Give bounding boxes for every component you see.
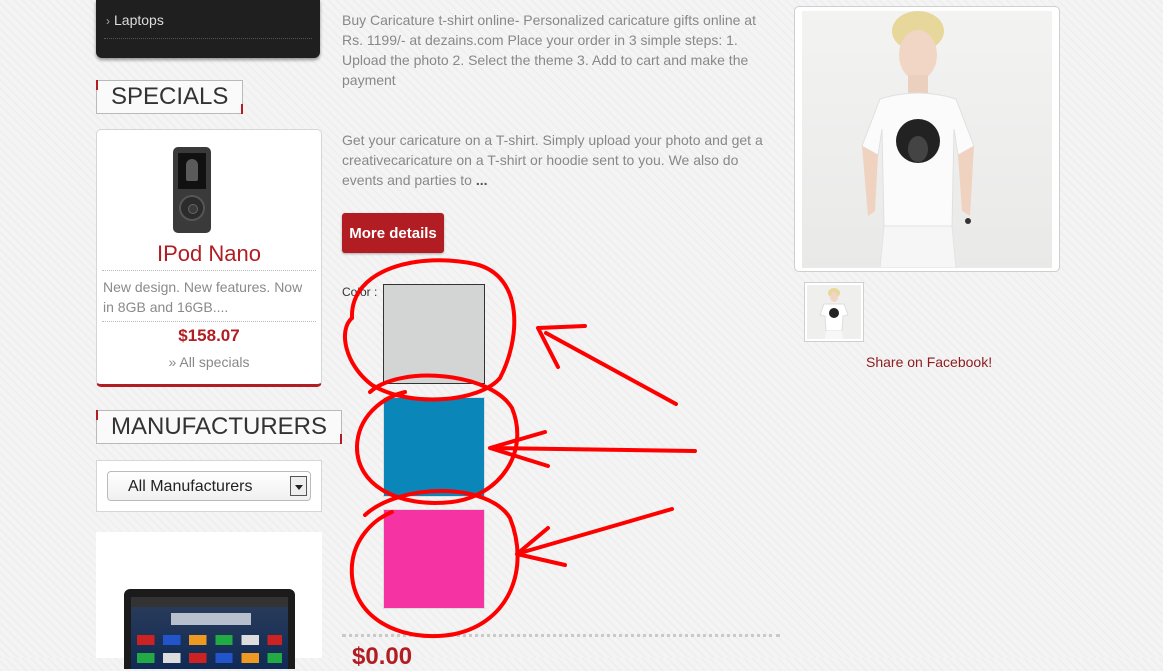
manufacturers-block: All Manufacturers: [96, 460, 322, 512]
laptop-ad-image: [124, 589, 295, 669]
category-item-laptops[interactable]: › Laptops: [106, 12, 164, 28]
annotation-arrow-2: [491, 446, 697, 453]
thumbnail-image: [807, 285, 861, 339]
long-description-text: Get your caricature on a T-shirt. Simply…: [342, 132, 763, 188]
divider: [104, 38, 312, 39]
ipod-screen: [178, 153, 206, 189]
short-description: Buy Caricature t-shirt online- Personali…: [342, 12, 756, 88]
advertising-block[interactable]: [96, 532, 322, 669]
more-details-button[interactable]: More details: [342, 213, 444, 253]
annotation-arrow-1: [544, 331, 678, 406]
annotation-arrow-3: [518, 507, 674, 555]
flags-graphic: [137, 635, 282, 665]
manufacturers-select-value: All Manufacturers: [128, 478, 253, 495]
special-product-name[interactable]: IPod Nano: [97, 241, 321, 267]
product-photo: [802, 11, 1052, 268]
manufacturers-heading: MANUFACTURERS: [96, 410, 343, 444]
laptop-browser-bar: [131, 597, 288, 607]
annotation-arrowhead-3: [515, 526, 567, 567]
laptop-screen-header: [171, 613, 251, 625]
model-photo-graphic: [861, 11, 975, 268]
color-label: Color :: [342, 285, 378, 299]
categories-block: › Laptops: [96, 0, 320, 58]
divider: [342, 634, 780, 637]
manufacturers-select[interactable]: All Manufacturers: [107, 471, 311, 501]
color-swatch-pink[interactable]: [383, 509, 485, 609]
specials-block: IPod Nano New design. New features. Now …: [96, 129, 322, 387]
special-product-price: $158.07: [178, 326, 240, 345]
product-thumbnail[interactable]: [804, 282, 864, 342]
laptop-screen: [131, 597, 288, 669]
read-more-ellipsis: ...: [475, 172, 488, 188]
share-on-facebook-link[interactable]: Share on Facebook!: [866, 354, 992, 370]
chevron-down-icon[interactable]: [290, 476, 307, 496]
annotation-arrowhead-1: [536, 324, 587, 369]
chevron-right-icon: ›: [106, 14, 110, 28]
product-image-frame[interactable]: [794, 6, 1060, 272]
color-swatch-blue[interactable]: [383, 397, 485, 497]
special-product-description: New design. New features. Now in 8GB and…: [103, 279, 303, 315]
color-swatch-grey[interactable]: [383, 284, 485, 384]
ipod-nano-image[interactable]: [173, 147, 211, 233]
specials-heading: SPECIALS: [96, 80, 244, 114]
category-label[interactable]: Laptops: [114, 12, 164, 28]
all-specials-link[interactable]: » All specials: [97, 354, 321, 370]
ipod-click-wheel: [179, 195, 205, 221]
annotation-arrowhead-2: [488, 430, 550, 468]
thumbnail-graphic: [819, 288, 849, 339]
divider: [102, 270, 316, 271]
divider: [102, 321, 316, 322]
long-description: Get your caricature on a T-shirt. Simply…: [342, 130, 780, 190]
product-price: $0.00: [352, 643, 413, 670]
